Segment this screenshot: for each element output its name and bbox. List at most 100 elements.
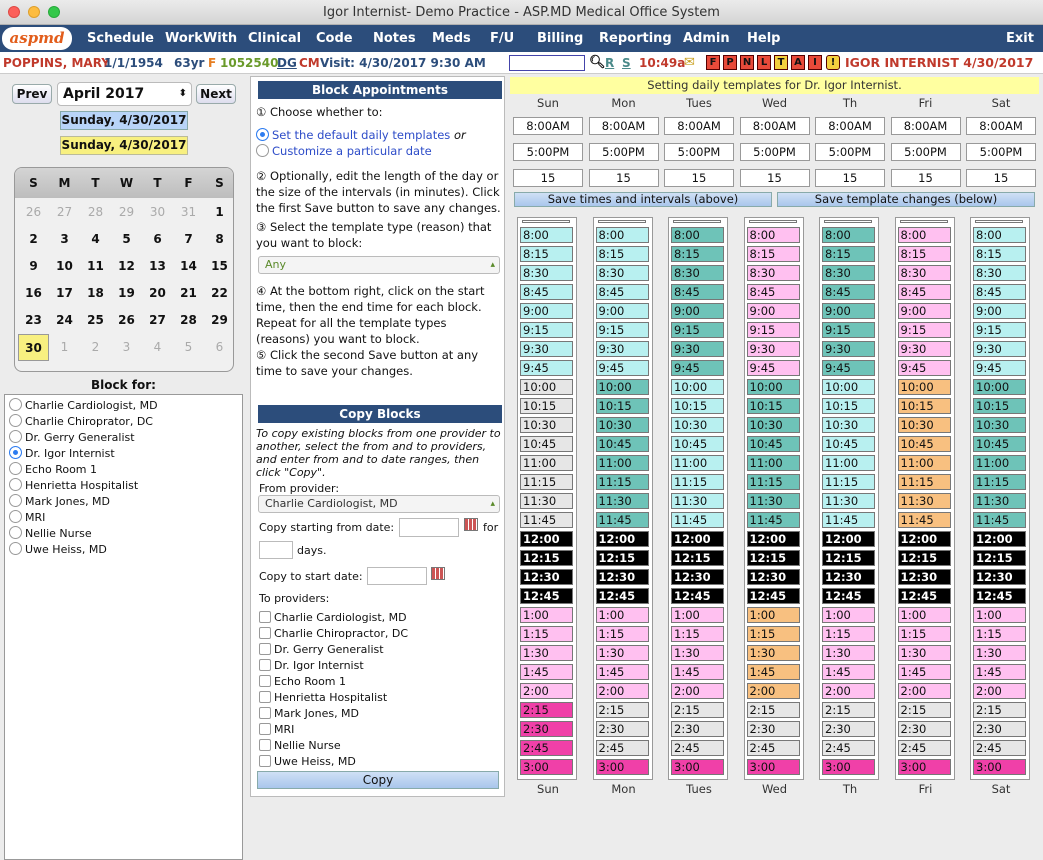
menu-clinical[interactable]: Clinical	[248, 25, 301, 52]
day-start-input[interactable]: 8:00AM	[664, 117, 734, 135]
calendar-day[interactable]: 21	[173, 280, 204, 307]
time-slot[interactable]: 8:45	[671, 284, 724, 300]
time-slot[interactable]: 12:00	[671, 531, 724, 547]
time-slot[interactable]: 8:30	[671, 265, 724, 281]
to-provider-checkbox[interactable]	[259, 691, 271, 703]
menu-code[interactable]: Code	[316, 25, 353, 52]
time-slot[interactable]: 11:15	[897, 474, 951, 490]
day-end-input[interactable]: 5:00PM	[815, 143, 885, 161]
time-slot[interactable]: 1:30	[595, 645, 649, 661]
calendar-day[interactable]: 2	[80, 334, 111, 361]
time-slot[interactable]: 9:30	[520, 341, 573, 357]
provider-radio[interactable]	[9, 430, 22, 443]
menu-fu[interactable]: F/U	[490, 25, 514, 52]
time-slot[interactable]: 10:00	[595, 379, 649, 395]
time-slot[interactable]: 2:00	[973, 683, 1026, 699]
next-month-button[interactable]: Next	[196, 84, 236, 104]
time-slot[interactable]: 11:15	[973, 474, 1026, 490]
calendar-day[interactable]: 2	[18, 226, 49, 253]
time-slot[interactable]: 8:30	[973, 265, 1026, 281]
time-slot[interactable]: 12:15	[520, 550, 573, 566]
to-provider-checkbox[interactable]	[259, 755, 271, 767]
column-resize-handle[interactable]	[597, 220, 646, 223]
menu-exit[interactable]: Exit	[1006, 25, 1034, 52]
calendar-day[interactable]: 3	[49, 226, 80, 253]
time-slot[interactable]: 9:45	[520, 360, 573, 376]
to-provider-item[interactable]: Uwe Heiss, MD	[259, 754, 356, 770]
selected-date-blue[interactable]: Sunday, 4/30/2017	[60, 111, 188, 130]
time-slot[interactable]: 9:00	[746, 303, 800, 319]
day-start-input[interactable]: 8:00AM	[890, 117, 961, 135]
calendar-day[interactable]: 26	[18, 199, 49, 226]
calendar-day[interactable]: 30	[142, 199, 173, 226]
time-slot[interactable]: 1:15	[595, 626, 649, 642]
time-slot[interactable]: 3:00	[897, 759, 951, 775]
time-slot[interactable]: 12:30	[520, 569, 573, 585]
menu-meds[interactable]: Meds	[432, 25, 471, 52]
time-slot[interactable]: 1:15	[897, 626, 951, 642]
time-slot[interactable]: 9:00	[822, 303, 875, 319]
to-provider-item[interactable]: Dr. Gerry Generalist	[259, 642, 384, 658]
day-interval-input[interactable]: 15	[513, 169, 583, 187]
time-slot[interactable]: 1:15	[746, 626, 800, 642]
column-resize-handle[interactable]	[522, 220, 570, 223]
calendar-day[interactable]: 18	[80, 280, 111, 307]
time-slot[interactable]: 9:30	[746, 341, 800, 357]
time-slot[interactable]: 10:15	[746, 398, 800, 414]
to-provider-item[interactable]: MRI	[259, 722, 294, 738]
time-slot[interactable]: 9:15	[671, 322, 724, 338]
calendar-day[interactable]: 22	[204, 280, 233, 307]
calendar-day[interactable]: 17	[49, 280, 80, 307]
time-slot[interactable]: 11:30	[973, 493, 1026, 509]
time-slot[interactable]: 11:00	[973, 455, 1026, 471]
to-provider-item[interactable]: Henrietta Hospitalist	[259, 690, 387, 706]
time-slot[interactable]: 12:30	[897, 569, 951, 585]
calendar-day[interactable]: 14	[173, 253, 204, 280]
copy-button[interactable]: Copy	[257, 771, 499, 789]
time-slot[interactable]: 10:45	[520, 436, 573, 452]
menu-help[interactable]: Help	[747, 25, 780, 52]
menu-billing[interactable]: Billing	[537, 25, 583, 52]
copy-days-input[interactable]	[259, 541, 293, 559]
time-slot[interactable]: 9:15	[746, 322, 800, 338]
calendar-day[interactable]: 26	[111, 307, 142, 334]
menu-notes[interactable]: Notes	[373, 25, 416, 52]
calendar-day[interactable]: 19	[111, 280, 142, 307]
time-slot[interactable]: 12:45	[671, 588, 724, 604]
alert-icon[interactable]: !	[826, 55, 840, 70]
time-slot[interactable]: 2:30	[973, 721, 1026, 737]
time-slot[interactable]: 10:15	[595, 398, 649, 414]
time-slot[interactable]: 1:30	[822, 645, 875, 661]
time-slot[interactable]: 12:45	[520, 588, 573, 604]
time-slot[interactable]: 9:30	[897, 341, 951, 357]
time-slot[interactable]: 9:00	[973, 303, 1026, 319]
menu-admin[interactable]: Admin	[683, 25, 730, 52]
mail-icon[interactable]: ✉	[684, 52, 695, 74]
time-slot[interactable]: 2:30	[897, 721, 951, 737]
time-slot[interactable]: 11:00	[822, 455, 875, 471]
time-slot[interactable]: 10:00	[973, 379, 1026, 395]
calendar-day[interactable]: 27	[142, 307, 173, 334]
time-slot[interactable]: 1:00	[595, 607, 649, 623]
time-slot[interactable]: 1:00	[822, 607, 875, 623]
column-resize-handle[interactable]	[748, 220, 797, 223]
visit-info[interactable]: Visit: 4/30/2017 9:30 AM	[320, 52, 486, 74]
flag-p[interactable]: P	[723, 55, 737, 70]
time-slot[interactable]: 9:30	[671, 341, 724, 357]
calendar-day[interactable]: 3	[111, 334, 142, 361]
time-slot[interactable]: 8:30	[520, 265, 573, 281]
time-slot[interactable]: 1:30	[520, 645, 573, 661]
time-slot[interactable]: 8:00	[520, 227, 573, 243]
time-slot[interactable]: 10:45	[973, 436, 1026, 452]
time-slot[interactable]: 10:30	[671, 417, 724, 433]
time-slot[interactable]: 11:45	[746, 512, 800, 528]
calendar-day[interactable]: 29	[111, 199, 142, 226]
time-slot[interactable]: 9:15	[822, 322, 875, 338]
to-provider-item[interactable]: Nellie Nurse	[259, 738, 341, 754]
time-slot[interactable]: 10:00	[746, 379, 800, 395]
prev-month-button[interactable]: Prev	[12, 84, 52, 104]
provider-radio[interactable]	[9, 478, 22, 491]
close-window-icon[interactable]	[8, 6, 20, 18]
time-slot[interactable]: 1:30	[671, 645, 724, 661]
selected-date-yellow[interactable]: Sunday, 4/30/2017	[60, 136, 188, 155]
